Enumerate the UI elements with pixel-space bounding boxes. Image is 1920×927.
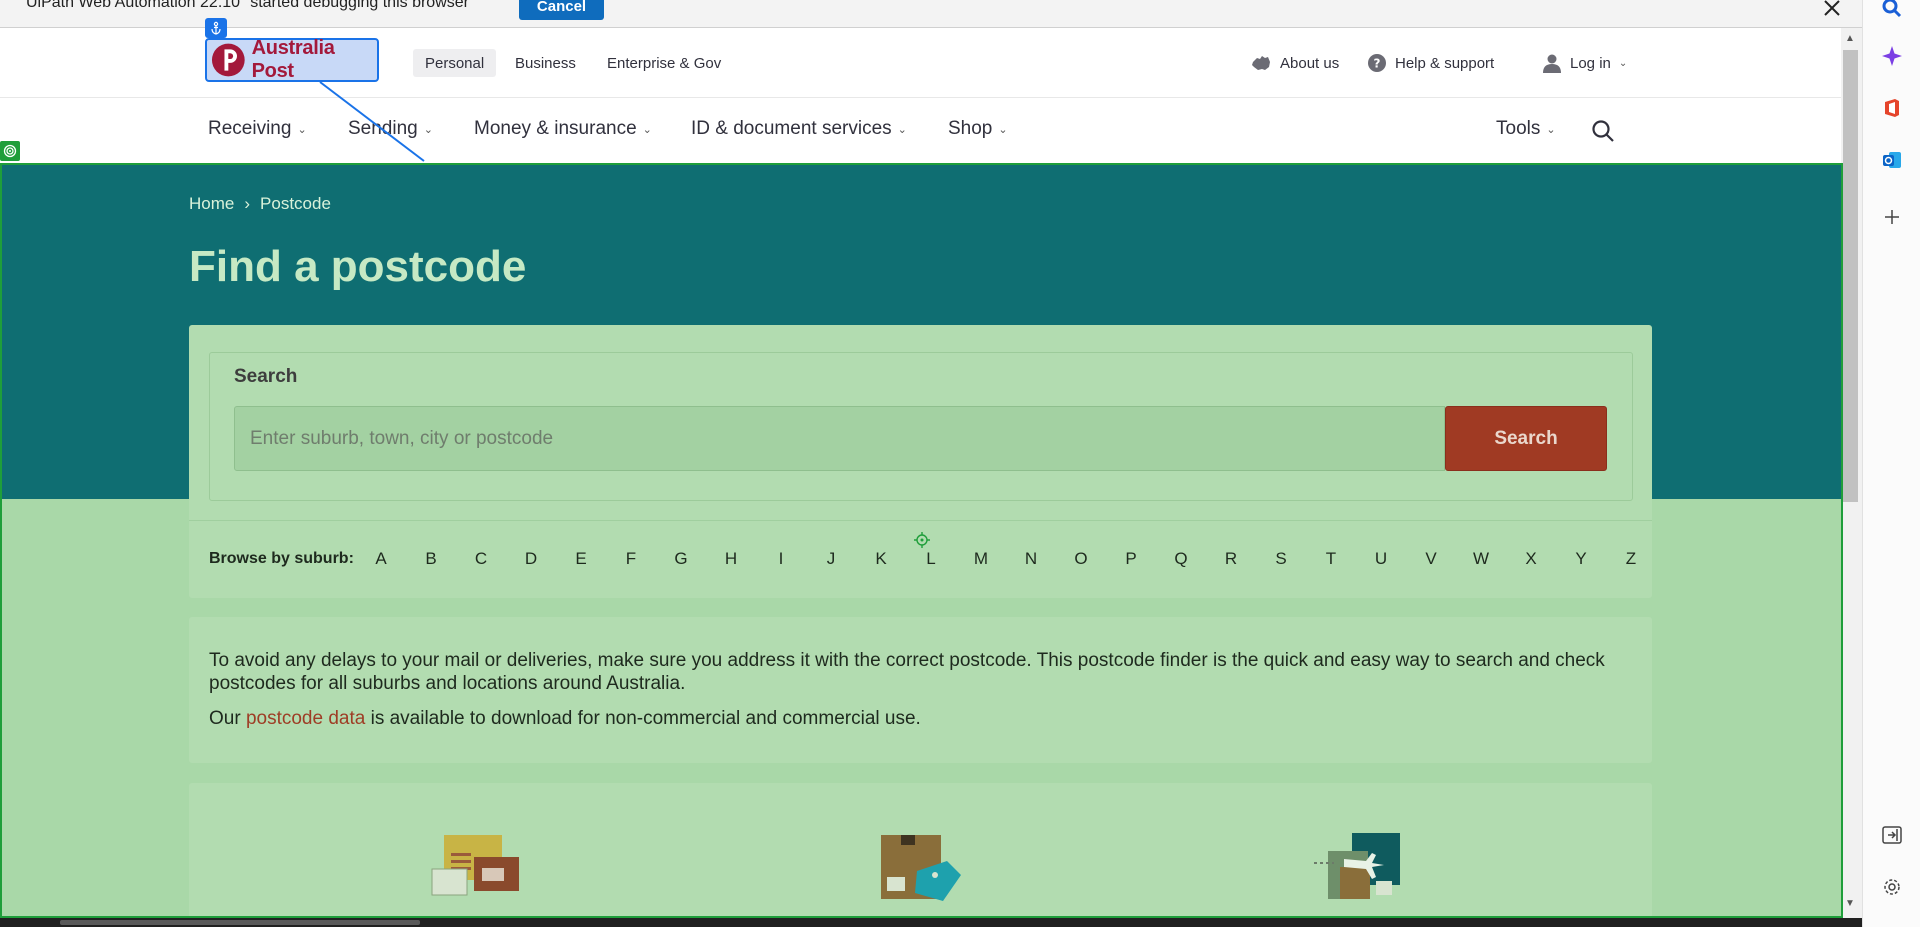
australia-post-logo-icon: [211, 43, 245, 77]
search-icon[interactable]: [1880, 0, 1904, 20]
user-icon: [1543, 54, 1561, 73]
nav-money-insurance[interactable]: Money & insurance ⌄: [474, 118, 652, 140]
about-us-label: About us: [1280, 54, 1340, 72]
nav-sending[interactable]: Sending ⌄: [348, 118, 433, 140]
login-label: Log in: [1570, 54, 1611, 72]
login-link[interactable]: Log in ⌄: [1542, 50, 1627, 76]
help-support-label: Help & support: [1395, 54, 1495, 72]
svg-text:?: ?: [1374, 57, 1381, 71]
logo-text: Australia Post: [251, 37, 335, 82]
debug-notification-bar: UiPath Web Automation 22.10 "started deb…: [0, 0, 1862, 28]
copilot-icon[interactable]: [1880, 44, 1904, 68]
cancel-debug-button[interactable]: Cancel: [519, 0, 604, 20]
chevron-down-icon: ⌄: [897, 123, 907, 136]
scrollbar-thumb[interactable]: [1843, 50, 1858, 502]
chevron-down-icon: ⌄: [642, 123, 652, 136]
chevron-down-icon: ⌄: [297, 123, 307, 136]
nav-id-document-services[interactable]: ID & document services ⌄: [691, 118, 907, 140]
segment-business[interactable]: Business: [503, 49, 588, 77]
nav-id-document-label: ID & document services: [691, 118, 892, 139]
chevron-down-icon: ⌄: [998, 123, 1008, 136]
page-scrollbar[interactable]: ▲ ▼: [1841, 28, 1862, 918]
debug-message: UiPath Web Automation 22.10 "started deb…: [26, 0, 475, 11]
outlook-icon[interactable]: [1880, 148, 1904, 172]
chevron-down-icon: ⌄: [1618, 57, 1628, 69]
browser-sidebar: [1862, 0, 1920, 927]
nav-shop-label: Shop: [948, 118, 993, 139]
search-icon[interactable]: [1590, 118, 1616, 144]
australia-map-icon: [1252, 56, 1270, 70]
scroll-down-icon[interactable]: ▼: [1845, 898, 1855, 909]
nav-money-insurance-label: Money & insurance: [474, 118, 637, 139]
scroll-up-icon[interactable]: ▲: [1845, 33, 1855, 44]
nav-tools[interactable]: Tools ⌄: [1496, 118, 1556, 140]
segment-personal[interactable]: Personal: [413, 49, 497, 77]
help-support-link[interactable]: ? Help & support: [1367, 50, 1494, 76]
nav-sending-label: Sending: [348, 118, 418, 139]
nav-receiving-label: Receiving: [208, 118, 292, 139]
close-icon[interactable]: [1820, 0, 1844, 20]
segment-enterprise-gov[interactable]: Enterprise & Gov: [595, 49, 733, 77]
selection-highlight-frame: [0, 163, 1843, 918]
office-icon[interactable]: [1880, 96, 1904, 120]
help-icon: ?: [1368, 54, 1386, 72]
chevron-down-icon: ⌄: [1546, 123, 1556, 136]
about-us-link[interactable]: About us: [1250, 50, 1339, 76]
add-icon[interactable]: [1880, 205, 1904, 229]
site-logo[interactable]: Australia Post: [205, 37, 379, 82]
settings-icon[interactable]: [1880, 875, 1904, 899]
sidebar-toggle-icon[interactable]: [1880, 823, 1904, 847]
anchor-icon: [205, 18, 227, 38]
nav-receiving[interactable]: Receiving ⌄: [208, 118, 307, 140]
taskbar-item[interactable]: [60, 920, 420, 925]
taskbar-strip: [0, 918, 1862, 927]
target-icon: [0, 141, 20, 161]
nav-shop[interactable]: Shop ⌄: [948, 118, 1008, 140]
chevron-down-icon: ⌄: [423, 123, 433, 136]
nav-tools-label: Tools: [1496, 118, 1541, 139]
